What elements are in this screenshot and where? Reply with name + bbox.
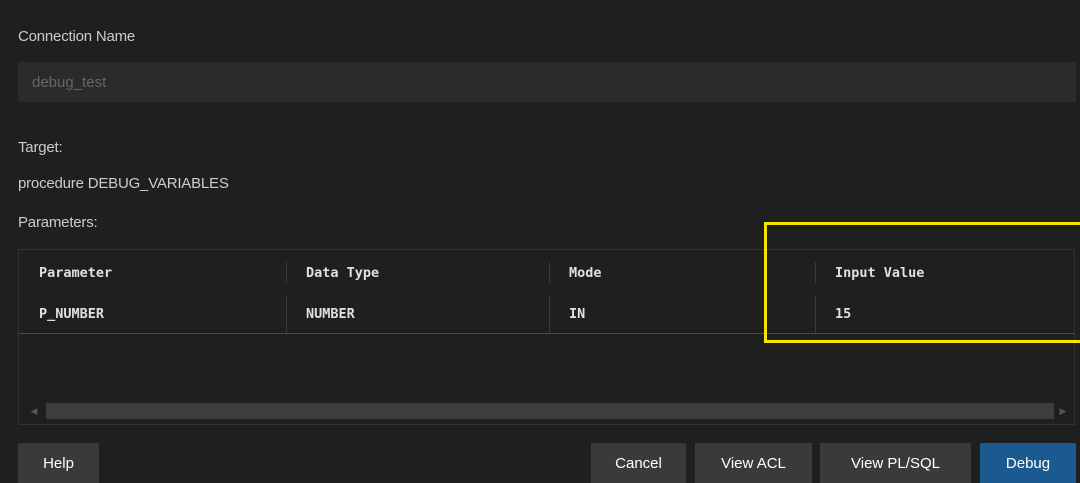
- connection-name-field[interactable]: [18, 62, 1076, 102]
- column-header-mode[interactable]: Mode: [549, 250, 815, 295]
- debug-dialog: Connection Name Target: procedure DEBUG_…: [0, 0, 1080, 483]
- connection-name-label: Connection Name: [18, 28, 136, 45]
- cancel-button[interactable]: Cancel: [591, 443, 686, 483]
- cell-data-type: NUMBER: [306, 306, 355, 322]
- view-plsql-button[interactable]: View PL/SQL: [820, 443, 971, 483]
- debug-button[interactable]: Debug: [980, 443, 1076, 483]
- column-header-data-type[interactable]: Data Type: [286, 250, 549, 295]
- column-header-parameter[interactable]: Parameter: [19, 250, 286, 295]
- horizontal-scrollbar[interactable]: ◀ ▶: [20, 402, 1073, 420]
- help-button[interactable]: Help: [18, 443, 99, 483]
- table-row[interactable]: P_NUMBER NUMBER IN 15: [19, 295, 1074, 334]
- scroll-left-arrow-icon[interactable]: ◀: [24, 402, 44, 420]
- scrollbar-thumb[interactable]: [46, 403, 1054, 419]
- column-header-input-value[interactable]: Input Value: [815, 250, 1074, 295]
- cell-parameter: P_NUMBER: [39, 306, 105, 322]
- target-label: Target:: [18, 139, 63, 156]
- target-value: procedure DEBUG_VARIABLES: [18, 175, 229, 192]
- view-acl-button[interactable]: View ACL: [695, 443, 812, 483]
- parameters-label: Parameters:: [18, 214, 98, 231]
- cell-mode: IN: [569, 306, 586, 322]
- scroll-right-arrow-icon[interactable]: ▶: [1053, 402, 1073, 420]
- table-header: Parameter Data Type Mode Input Value: [19, 250, 1074, 295]
- cell-input-value[interactable]: 15: [815, 295, 1074, 333]
- parameters-table: Parameter Data Type Mode Input Value P_N…: [18, 249, 1075, 425]
